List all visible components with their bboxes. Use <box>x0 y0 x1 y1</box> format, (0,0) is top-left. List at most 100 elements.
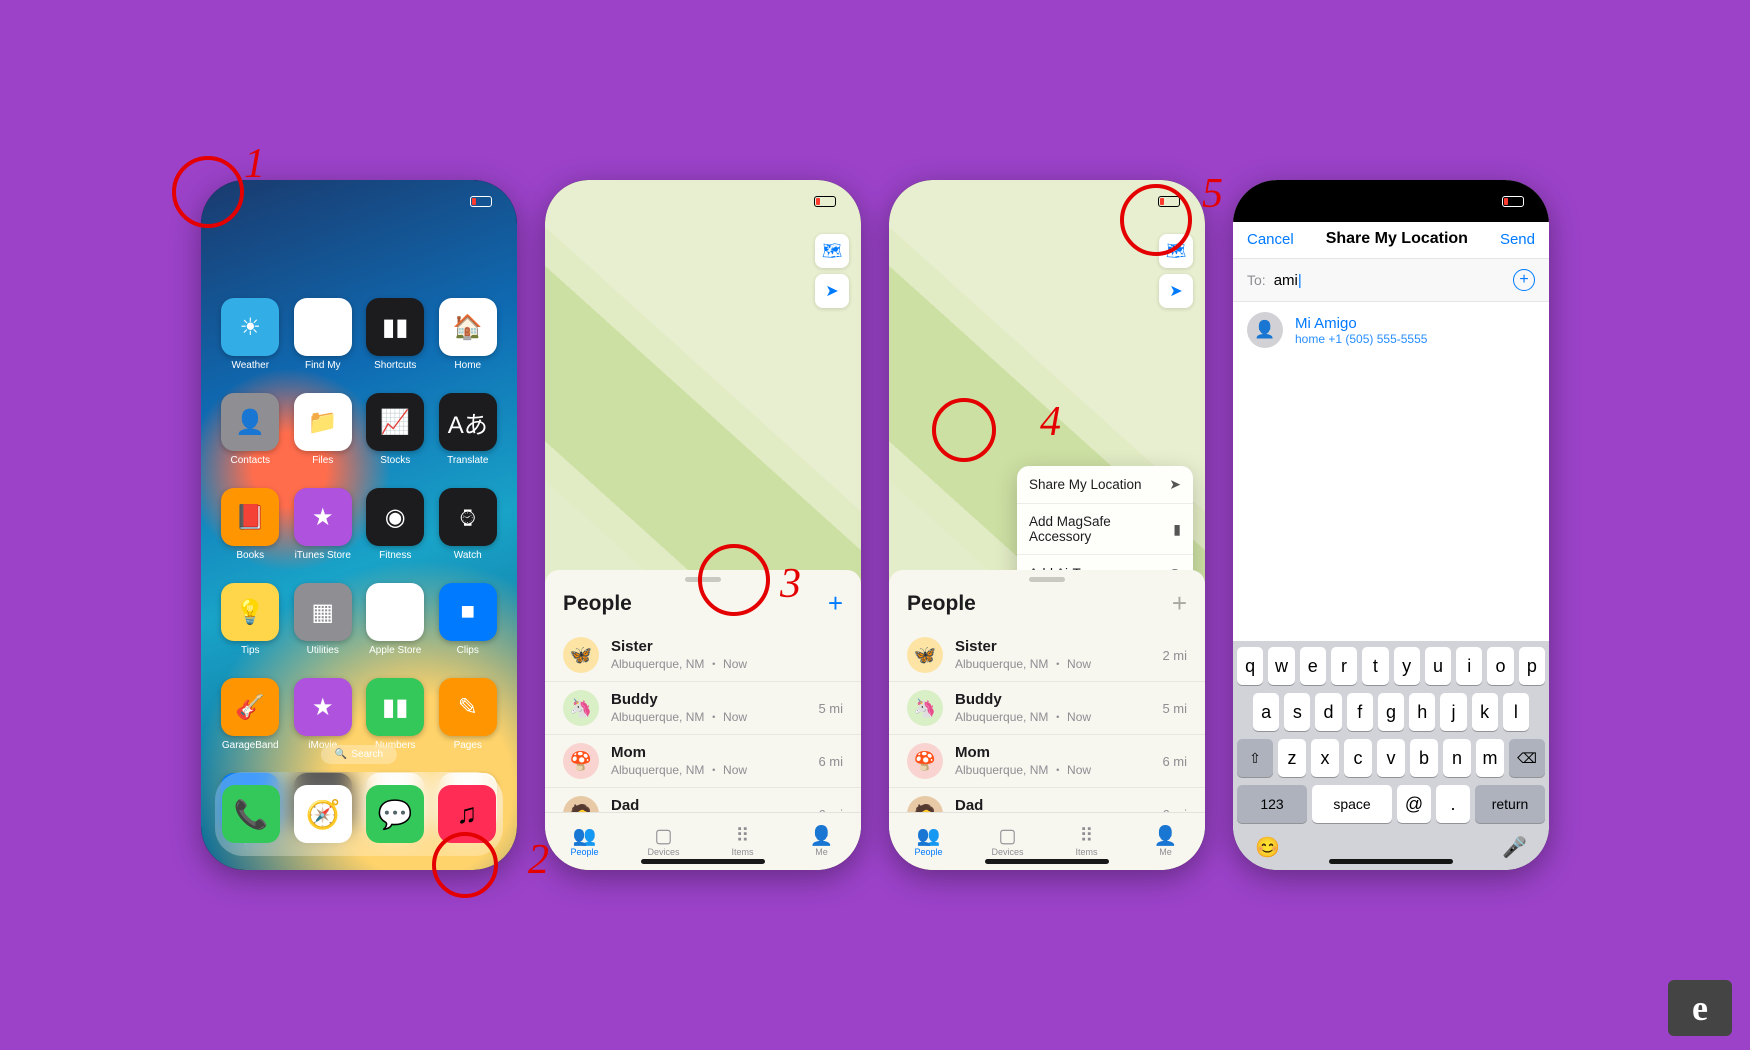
dock-messages[interactable]: 💬 <box>366 785 424 843</box>
tab-label: People <box>914 847 942 857</box>
app-files[interactable]: 📁Files <box>292 393 355 466</box>
app-clips[interactable]: ■ Clips <box>437 583 500 656</box>
app-books[interactable]: 📕Books <box>219 488 282 561</box>
person-subtitle: Albuquerque, NM ・ Now <box>955 655 1150 672</box>
key-l[interactable]: l <box>1503 693 1529 731</box>
person-sister[interactable]: 🦋 Sister Albuquerque, NM ・ Now <box>545 629 861 681</box>
person-mom[interactable]: 🍄 Mom Albuquerque, NM ・ Now 6 mi <box>545 734 861 787</box>
to-input[interactable]: ami <box>1274 272 1513 289</box>
shift-key[interactable]: ⇧ <box>1237 739 1273 777</box>
app-label: Weather <box>231 360 269 371</box>
to-field[interactable]: To: ami + <box>1233 259 1549 302</box>
key-y[interactable]: y <box>1394 647 1420 685</box>
tab-label: Devices <box>647 847 679 857</box>
app-icon: 👤 <box>221 393 279 451</box>
app-weather[interactable]: ☀︎Weather <box>219 298 282 371</box>
app-garageband[interactable]: 🎸GarageBand <box>219 678 282 751</box>
key-t[interactable]: t <box>1362 647 1388 685</box>
send-button[interactable]: Send <box>1500 231 1535 248</box>
dot-key[interactable]: . <box>1436 785 1470 823</box>
space-key[interactable]: space <box>1312 785 1392 823</box>
key-m[interactable]: m <box>1476 739 1504 777</box>
app-pages[interactable]: ✎Pages <box>437 678 500 751</box>
tab-me[interactable]: 👤Me <box>1126 813 1205 870</box>
menu-share-my-location[interactable]: Share My Location➤ <box>1017 466 1193 503</box>
key-f[interactable]: f <box>1347 693 1373 731</box>
recenter-button[interactable]: ➤ <box>815 274 849 308</box>
tab-icon: ⠿ <box>1080 827 1094 846</box>
mic-key[interactable]: 🎤 <box>1502 835 1527 860</box>
key-w[interactable]: w <box>1268 647 1294 685</box>
app-icon: 📁 <box>294 393 352 451</box>
recenter-button[interactable]: ➤ <box>1159 274 1193 308</box>
nav-bar: Cancel Share My Location Send <box>1233 222 1549 259</box>
emoji-key[interactable]: 😊 <box>1255 835 1280 860</box>
key-o[interactable]: o <box>1487 647 1513 685</box>
key-z[interactable]: z <box>1278 739 1306 777</box>
app-home[interactable]: 🏠Home <box>437 298 500 371</box>
app-icon: ⌚︎ <box>439 488 497 546</box>
menu-add-magsafe-accessory[interactable]: Add MagSafe Accessory▮ <box>1017 503 1193 554</box>
person-buddy[interactable]: 🦄 Buddy Albuquerque, NM ・ Now 5 mi <box>889 681 1205 734</box>
app-label: Watch <box>454 550 482 561</box>
key-x[interactable]: x <box>1311 739 1339 777</box>
app-tips[interactable]: 💡Tips <box>219 583 282 656</box>
map-mode-button[interactable]: 🗺 <box>815 234 849 268</box>
key-h[interactable]: h <box>1409 693 1435 731</box>
app-fitness[interactable]: ◉Fitness <box>364 488 427 561</box>
app-numbers[interactable]: ▮▮Numbers <box>364 678 427 751</box>
add-contact-button[interactable]: + <box>1513 269 1535 291</box>
dock-safari[interactable]: 🧭 <box>294 785 352 843</box>
search-pill[interactable]: 🔍 Search <box>321 745 397 764</box>
app-itunes-store[interactable]: ★iTunes Store <box>292 488 355 561</box>
dock-music[interactable]: ♫ <box>438 785 496 843</box>
delete-key[interactable]: ⌫ <box>1509 739 1545 777</box>
person-mom[interactable]: 🍄 Mom Albuquerque, NM ・ Now 6 mi <box>889 734 1205 787</box>
key-j[interactable]: j <box>1440 693 1466 731</box>
app-apple-store[interactable]: Apple Store <box>364 583 427 656</box>
app-watch[interactable]: ⌚︎ Watch <box>437 488 500 561</box>
app-label: Apple Store <box>369 645 421 656</box>
person-sister[interactable]: 🦋 Sister Albuquerque, NM ・ Now 2 mi <box>889 629 1205 681</box>
key-u[interactable]: u <box>1425 647 1451 685</box>
app-icon: ■ <box>439 583 497 641</box>
contact-suggestion[interactable]: 👤 Mi Amigo home +1 (505) 555-5555 <box>1233 302 1549 358</box>
app-find-my[interactable]: ◎Find My <box>292 298 355 371</box>
num-key[interactable]: 123 <box>1237 785 1307 823</box>
tab-people[interactable]: 👥People <box>889 813 968 870</box>
add-button[interactable]: + <box>1172 588 1187 619</box>
key-v[interactable]: v <box>1377 739 1405 777</box>
app-imovie[interactable]: ★iMovie <box>292 678 355 751</box>
map-mode-button[interactable]: 🗺 <box>1159 234 1193 268</box>
key-q[interactable]: q <box>1237 647 1263 685</box>
key-r[interactable]: r <box>1331 647 1357 685</box>
key-c[interactable]: c <box>1344 739 1372 777</box>
person-buddy[interactable]: 🦄 Buddy Albuquerque, NM ・ Now 5 mi <box>545 681 861 734</box>
key-k[interactable]: k <box>1472 693 1498 731</box>
app-translate[interactable]: AあTranslate <box>437 393 500 466</box>
cancel-button[interactable]: Cancel <box>1247 231 1294 248</box>
key-i[interactable]: i <box>1456 647 1482 685</box>
app-contacts[interactable]: 👤Contacts <box>219 393 282 466</box>
app-icon: 📈 <box>366 393 424 451</box>
tab-me[interactable]: 👤Me <box>782 813 861 870</box>
person-distance: 5 mi <box>818 701 843 716</box>
tab-people[interactable]: 👥People <box>545 813 624 870</box>
key-e[interactable]: e <box>1300 647 1326 685</box>
key-s[interactable]: s <box>1284 693 1310 731</box>
at-key[interactable]: @ <box>1397 785 1431 823</box>
app-utilities[interactable]: ▦Utilities <box>292 583 355 656</box>
add-button[interactable]: + <box>828 588 843 619</box>
key-d[interactable]: d <box>1315 693 1341 731</box>
app-shortcuts[interactable]: ▮▮Shortcuts <box>364 298 427 371</box>
dock-phone[interactable]: 📞 <box>222 785 280 843</box>
app-label: Clips <box>457 645 479 656</box>
return-key[interactable]: return <box>1475 785 1545 823</box>
key-p[interactable]: p <box>1519 647 1545 685</box>
key-n[interactable]: n <box>1443 739 1471 777</box>
app-stocks[interactable]: 📈Stocks <box>364 393 427 466</box>
key-a[interactable]: a <box>1253 693 1279 731</box>
phone-share-location: 3:37➤ SOS 15 Cancel Share My Location Se… <box>1233 180 1549 870</box>
key-g[interactable]: g <box>1378 693 1404 731</box>
key-b[interactable]: b <box>1410 739 1438 777</box>
